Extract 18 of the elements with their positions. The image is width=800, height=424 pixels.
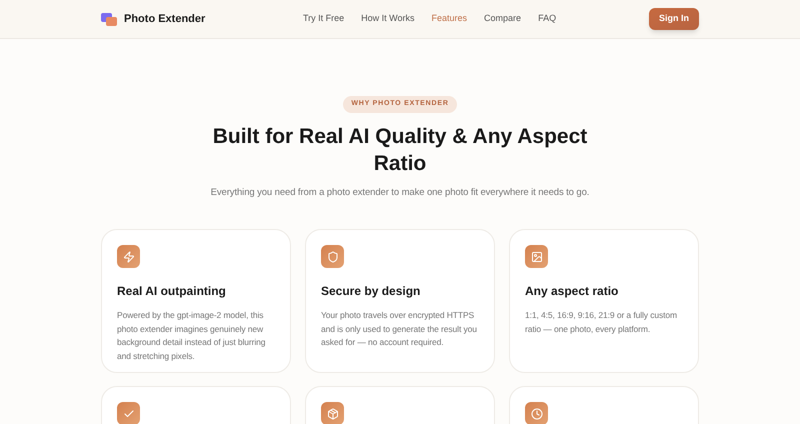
section-title: Built for Real AI Quality & Any Aspect Ratio xyxy=(212,124,588,177)
feature-description: Your photo travels over encrypted HTTPS and is only used to generate the result you asked for — no account required. xyxy=(321,309,478,349)
feature-title: Real AI outpainting xyxy=(117,283,227,300)
feature-title: Any aspect ratio xyxy=(525,283,620,300)
section-subtitle: Everything you need from a photo extender to make one photo fit everywhere it needs to go. xyxy=(210,186,590,200)
nav-link[interactable]: Try It Free xyxy=(303,12,344,26)
image-icon xyxy=(525,245,548,268)
feature-description: Powered by the gpt-image-2 model, this photo extender imagines genuinely new background detail instead of just blurring and stretching pixels. xyxy=(117,309,266,363)
logo-icon xyxy=(101,12,117,26)
shield-icon xyxy=(321,245,344,268)
nav-link[interactable]: How It Works xyxy=(361,12,415,26)
feature-description: 1:1, 4:5, 16:9, 9:16, 21:9 or a fully custom ratio — one photo, every platform. xyxy=(525,309,678,336)
bolt-icon xyxy=(117,245,140,268)
brand-name: Photo Extender xyxy=(124,12,206,27)
sign-in-button[interactable]: Sign In xyxy=(649,8,699,30)
feature-title: Secure by design xyxy=(321,283,422,300)
nav-link[interactable]: Compare xyxy=(484,12,522,26)
nav-link[interactable]: FAQ xyxy=(538,12,556,26)
